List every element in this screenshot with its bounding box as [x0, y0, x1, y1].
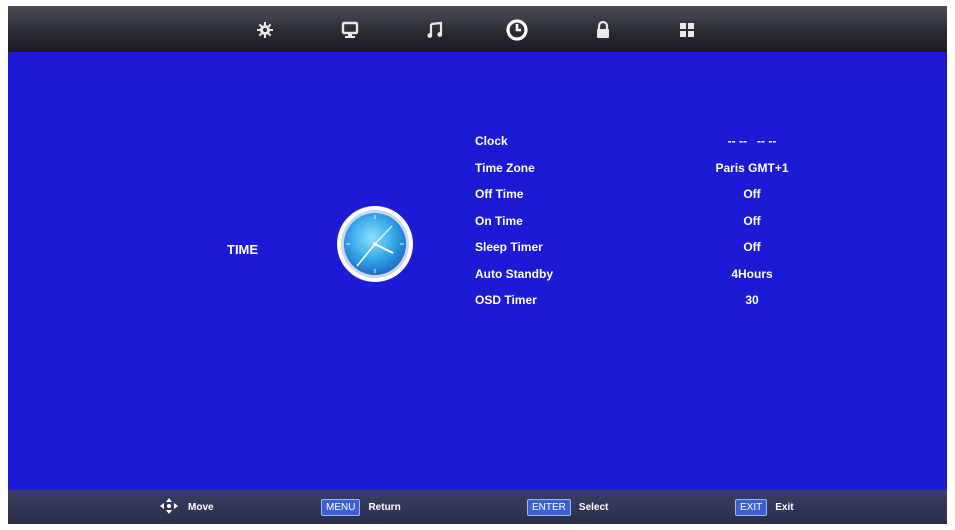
hint-label: Return: [368, 501, 401, 513]
lock-icon: [595, 21, 611, 39]
menu-item-label: Time Zone: [475, 160, 535, 175]
dpad-icon: [158, 497, 180, 518]
menu-item-label: Off Time: [475, 187, 524, 201]
hint-label: Exit: [775, 501, 794, 513]
menu-item-value: Off: [743, 213, 761, 228]
tab-picture[interactable]: [248, 13, 282, 47]
menu-tab-bar: [8, 6, 947, 52]
menu-item-label: On Time: [475, 213, 523, 228]
tab-screen[interactable]: [333, 13, 367, 47]
tab-setup[interactable]: [670, 13, 704, 47]
time-settings-menu: Clock -- -- -- -- Time Zone Paris GMT+1 …: [475, 128, 835, 314]
menu-item-label: Clock: [475, 134, 508, 148]
gear-icon: [256, 21, 274, 39]
menu-item-value: -- -- -- --: [727, 134, 777, 148]
grid-icon: [679, 22, 695, 38]
music-note-icon: [426, 21, 444, 39]
menu-item-osd-timer[interactable]: OSD Timer 30: [475, 287, 835, 314]
menu-item-value: Off: [743, 187, 761, 201]
section-title: TIME: [227, 242, 259, 257]
tv-screen: TIME Clock -- -- -- -- Time Zone Paris G…: [8, 6, 947, 524]
menu-item-label: OSD Timer: [475, 293, 537, 307]
hint-move: Move: [158, 490, 214, 524]
menu-item-value: 30: [745, 293, 759, 307]
enter-key-badge: ENTER: [527, 498, 571, 516]
hint-return: MENU Return: [321, 490, 401, 524]
exit-key-badge: EXIT: [735, 498, 768, 516]
menu-item-value: 4Hours: [731, 266, 773, 281]
menu-item-value: Off: [743, 240, 761, 254]
hint-exit: EXIT Exit: [735, 490, 794, 524]
menu-item-label: Auto Standby: [475, 266, 553, 281]
menu-item-value: Paris GMT+1: [715, 160, 789, 175]
hint-label: Select: [578, 501, 609, 513]
clock-icon: [335, 204, 415, 289]
menu-item-sleep-timer[interactable]: Sleep Timer Off: [475, 234, 835, 261]
menu-item-on-time[interactable]: On Time Off: [475, 208, 835, 235]
hint-label: Move: [188, 501, 214, 513]
clock-icon: [505, 18, 529, 42]
menu-item-time-zone[interactable]: Time Zone Paris GMT+1: [475, 155, 835, 182]
hint-select: ENTER Select: [527, 490, 608, 524]
tab-time[interactable]: [500, 13, 534, 47]
tab-sound[interactable]: [418, 13, 452, 47]
menu-item-label: Sleep Timer: [475, 240, 543, 254]
tab-lock[interactable]: [586, 13, 620, 47]
menu-key-badge: MENU: [321, 498, 361, 516]
menu-item-clock[interactable]: Clock -- -- -- --: [475, 128, 835, 155]
menu-item-off-time[interactable]: Off Time Off: [475, 181, 835, 208]
monitor-icon: [341, 21, 359, 39]
footer-hint-bar: Move MENU Return ENTER Select EXIT Exit: [8, 490, 947, 524]
menu-item-auto-standby[interactable]: Auto Standby 4Hours: [475, 261, 835, 288]
